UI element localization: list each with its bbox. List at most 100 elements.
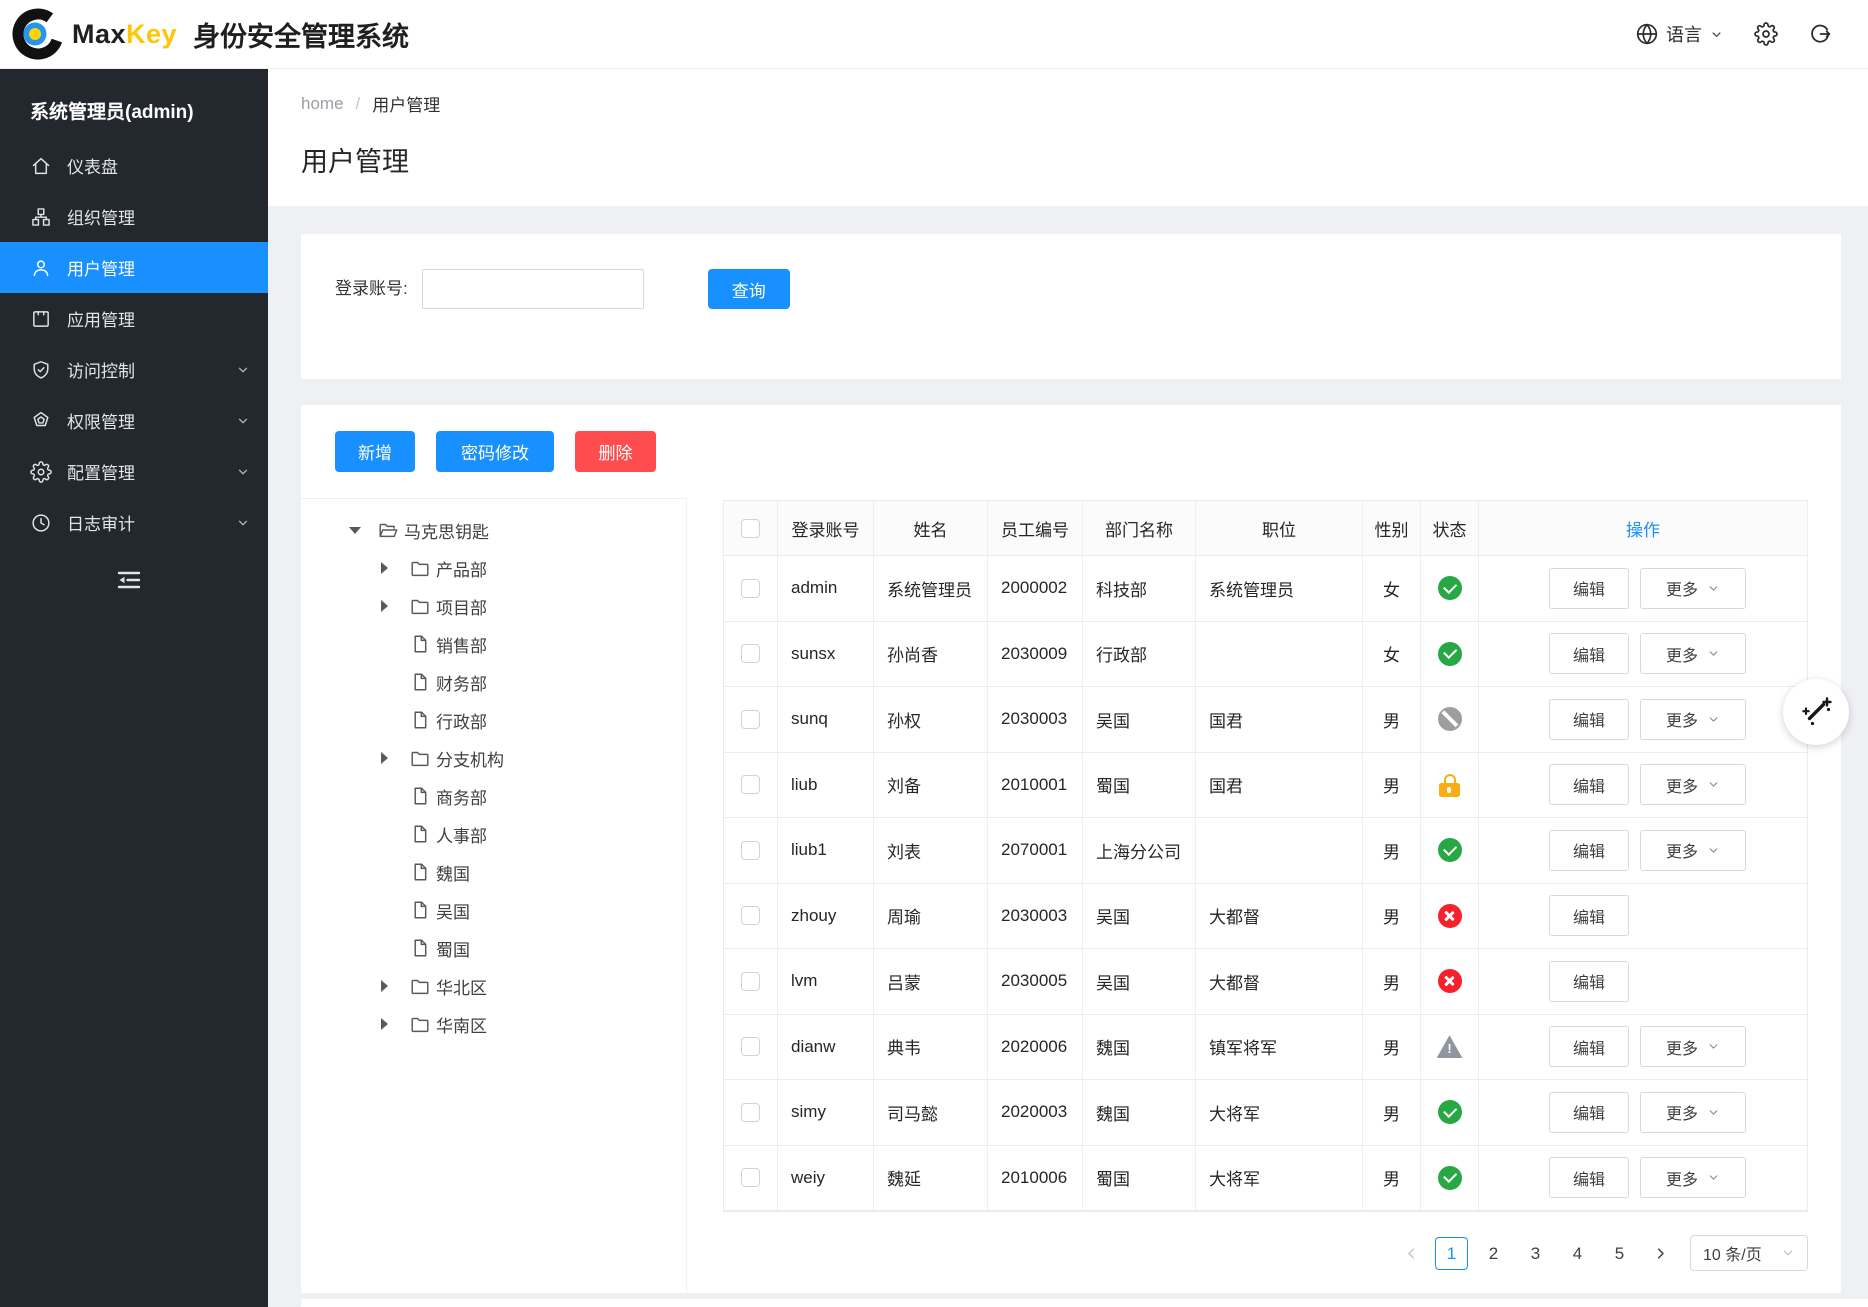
tree-node[interactable]: 财务部 bbox=[301, 663, 686, 701]
menu-fold-icon[interactable] bbox=[116, 568, 142, 592]
edit-button[interactable]: 编辑 bbox=[1549, 568, 1629, 609]
tree-node[interactable]: 项目部 bbox=[301, 587, 686, 625]
magic-wand-button[interactable] bbox=[1783, 679, 1849, 745]
tree-node[interactable]: 华北区 bbox=[301, 967, 686, 1005]
edit-button[interactable]: 编辑 bbox=[1549, 830, 1629, 871]
select-all-checkbox[interactable] bbox=[741, 519, 760, 538]
edit-button[interactable]: 编辑 bbox=[1549, 699, 1629, 740]
file-icon bbox=[409, 937, 431, 959]
more-button[interactable]: 更多 bbox=[1640, 1092, 1746, 1133]
sidebar-item-permissions[interactable]: 权限管理 bbox=[0, 395, 268, 446]
pagination-next-icon[interactable] bbox=[1645, 1237, 1675, 1270]
more-button[interactable]: 更多 bbox=[1640, 764, 1746, 805]
row-checkbox[interactable] bbox=[741, 841, 760, 860]
pagination-page-3[interactable]: 3 bbox=[1519, 1237, 1552, 1270]
query-button[interactable]: 查询 bbox=[708, 269, 790, 309]
edit-button[interactable]: 编辑 bbox=[1549, 1026, 1629, 1067]
language-dropdown[interactable]: 语言 bbox=[1635, 21, 1724, 47]
table-header-cell: 部门名称 bbox=[1083, 501, 1196, 555]
row-checkbox[interactable] bbox=[741, 775, 760, 794]
delete-button[interactable]: 删除 bbox=[575, 431, 656, 472]
add-button[interactable]: 新增 bbox=[335, 431, 415, 472]
department-cell: 吴国 bbox=[1083, 884, 1196, 949]
edit-button[interactable]: 编辑 bbox=[1549, 961, 1629, 1002]
caret-right-icon[interactable] bbox=[381, 752, 409, 764]
logout-icon[interactable] bbox=[1808, 22, 1832, 46]
caret-right-icon[interactable] bbox=[381, 600, 409, 612]
tree-node[interactable]: 行政部 bbox=[301, 701, 686, 739]
header-actions: 语言 bbox=[1635, 21, 1832, 47]
sidebar-item-access-control[interactable]: 访问控制 bbox=[0, 344, 268, 395]
file-icon bbox=[409, 899, 431, 921]
name-cell: 刘备 bbox=[874, 753, 988, 818]
breadcrumb: home / 用户管理 bbox=[301, 91, 1868, 116]
edit-button[interactable]: 编辑 bbox=[1549, 764, 1629, 805]
table-row: sunq孙权2030003吴国国君男编辑更多 bbox=[724, 687, 1807, 753]
caret-right-icon[interactable] bbox=[381, 562, 409, 574]
tree-node[interactable]: 蜀国 bbox=[301, 929, 686, 967]
tree-node[interactable]: 人事部 bbox=[301, 815, 686, 853]
tree-node[interactable]: 商务部 bbox=[301, 777, 686, 815]
tree-node[interactable]: 产品部 bbox=[301, 549, 686, 587]
more-button[interactable]: 更多 bbox=[1640, 568, 1746, 609]
page-size-select[interactable]: 10 条/页 bbox=[1690, 1235, 1808, 1271]
row-checkbox[interactable] bbox=[741, 710, 760, 729]
sidebar-item-apps[interactable]: 应用管理 bbox=[0, 293, 268, 344]
row-checkbox[interactable] bbox=[741, 906, 760, 925]
tree-node[interactable]: 吴国 bbox=[301, 891, 686, 929]
edit-button[interactable]: 编辑 bbox=[1549, 895, 1629, 936]
position-cell: 国君 bbox=[1196, 753, 1363, 818]
status-locked-icon bbox=[1439, 773, 1460, 797]
chevron-down-icon bbox=[236, 414, 250, 428]
tree-node[interactable]: 马克思钥匙 bbox=[301, 511, 686, 549]
employee-no-cell: 2030003 bbox=[988, 884, 1083, 949]
edit-button[interactable]: 编辑 bbox=[1549, 633, 1629, 674]
table-header-checkbox-cell bbox=[724, 501, 778, 555]
caret-right-icon[interactable] bbox=[381, 980, 409, 992]
row-checkbox[interactable] bbox=[741, 972, 760, 991]
table-row: weiy魏延2010006蜀国大将军男编辑更多 bbox=[724, 1146, 1807, 1212]
more-button[interactable]: 更多 bbox=[1640, 699, 1746, 740]
sidebar-item-config[interactable]: 配置管理 bbox=[0, 446, 268, 497]
sidebar-item-users[interactable]: 用户管理 bbox=[0, 242, 268, 293]
edit-button[interactable]: 编辑 bbox=[1549, 1157, 1629, 1198]
tree-node-label: 财务部 bbox=[436, 670, 487, 695]
tree-node[interactable]: 华南区 bbox=[301, 1005, 686, 1043]
row-checkbox[interactable] bbox=[741, 1037, 760, 1056]
breadcrumb-home-link[interactable]: home bbox=[301, 94, 344, 114]
sidebar-item-dashboard[interactable]: 仪表盘 bbox=[0, 140, 268, 191]
file-icon bbox=[409, 633, 431, 655]
employee-no-cell: 2030003 bbox=[988, 687, 1083, 752]
row-checkbox[interactable] bbox=[741, 579, 760, 598]
edit-button[interactable]: 编辑 bbox=[1549, 1092, 1629, 1133]
more-button[interactable]: 更多 bbox=[1640, 830, 1746, 871]
row-checkbox[interactable] bbox=[741, 1168, 760, 1187]
pagination-page-5[interactable]: 5 bbox=[1603, 1237, 1636, 1270]
more-button[interactable]: 更多 bbox=[1640, 633, 1746, 674]
sidebar-item-audit[interactable]: 日志审计 bbox=[0, 497, 268, 548]
row-checkbox[interactable] bbox=[741, 1103, 760, 1122]
row-checkbox[interactable] bbox=[741, 644, 760, 663]
change-password-button[interactable]: 密码修改 bbox=[436, 431, 554, 472]
caret-right-icon[interactable] bbox=[381, 1018, 409, 1030]
brand-name: MaxKey bbox=[72, 19, 177, 50]
more-button[interactable]: 更多 bbox=[1640, 1026, 1746, 1067]
user-table: 登录账号姓名员工编号部门名称职位性别状态操作admin系统管理员2000002科… bbox=[723, 500, 1808, 1212]
pagination-page-2[interactable]: 2 bbox=[1477, 1237, 1510, 1270]
tree-node[interactable]: 销售部 bbox=[301, 625, 686, 663]
login-account-cell: sunq bbox=[778, 687, 874, 752]
chevron-down-icon bbox=[1707, 778, 1720, 791]
settings-gear-icon[interactable] bbox=[1754, 22, 1778, 46]
pagination-prev-icon[interactable] bbox=[1396, 1237, 1426, 1270]
login-account-input[interactable] bbox=[422, 269, 644, 309]
caret-down-icon[interactable] bbox=[349, 527, 377, 534]
sidebar-item-organizations[interactable]: 组织管理 bbox=[0, 191, 268, 242]
pagination-page-4[interactable]: 4 bbox=[1561, 1237, 1594, 1270]
more-button[interactable]: 更多 bbox=[1640, 1157, 1746, 1198]
pagination-page-1[interactable]: 1 bbox=[1435, 1237, 1468, 1270]
tree-node[interactable]: 魏国 bbox=[301, 853, 686, 891]
table-row: dianw典韦2020006魏国镇军将军男!编辑更多 bbox=[724, 1015, 1807, 1081]
name-cell: 系统管理员 bbox=[874, 556, 988, 621]
toolbar: 新增 密码修改 删除 bbox=[335, 431, 656, 472]
tree-node[interactable]: 分支机构 bbox=[301, 739, 686, 777]
